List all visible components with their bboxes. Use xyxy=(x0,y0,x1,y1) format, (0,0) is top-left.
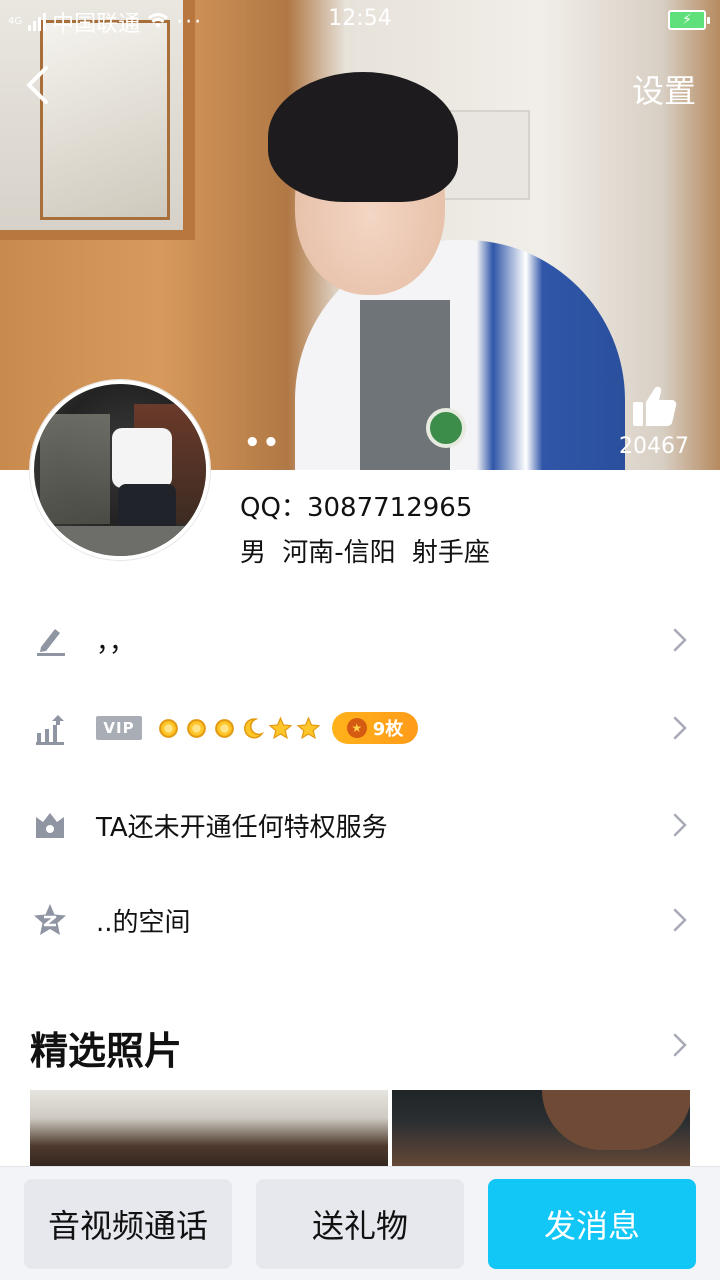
coin-count: 9枚 xyxy=(372,719,404,740)
level-chart-icon xyxy=(30,708,70,748)
battery-icon: ⚡ xyxy=(668,10,710,30)
privilege-text: TA还未开通任何特权服务 xyxy=(96,812,388,843)
sun-icon xyxy=(187,718,206,738)
chevron-right-icon xyxy=(668,625,692,655)
signature-text: ，， xyxy=(96,627,136,658)
clock: 12:54 xyxy=(328,6,392,31)
coin-badge[interactable]: ★ 9枚 xyxy=(332,712,418,744)
qq-number-line[interactable]: QQ：3087712965 xyxy=(240,487,472,524)
level-row[interactable]: VIP ★ 9枚 xyxy=(0,688,720,768)
qq-number: 3087712965 xyxy=(306,493,473,523)
like-count: 20467 xyxy=(619,434,689,459)
star-icon xyxy=(296,715,321,739)
qq-level-icons xyxy=(156,715,321,741)
featured-photo-1[interactable] xyxy=(30,1090,388,1170)
featured-photos-title: 精选照片 xyxy=(30,1029,183,1073)
send-message-button[interactable]: 发消息 xyxy=(488,1179,696,1269)
moon-icon xyxy=(244,717,265,738)
qzone-star-icon xyxy=(30,900,70,940)
back-button[interactable] xyxy=(14,62,60,108)
like-button[interactable]: 20467 xyxy=(604,384,704,459)
status-bar: 4G 中国联通 ··· 12:54 ⚡ xyxy=(0,0,720,40)
chevron-right-icon xyxy=(668,713,692,743)
qq-label: QQ： xyxy=(240,493,307,523)
coin-icon: ★ xyxy=(346,718,367,738)
chevron-left-icon xyxy=(27,66,48,104)
chevron-right-icon xyxy=(668,905,692,935)
bottom-action-bar: 音视频通话 送礼物 发消息 xyxy=(0,1166,720,1280)
send-gift-button[interactable]: 送礼物 xyxy=(256,1179,464,1269)
crown-icon xyxy=(30,805,70,845)
featured-photo-2[interactable] xyxy=(392,1090,690,1170)
settings-button[interactable]: 设置 xyxy=(632,66,696,112)
cover-school-emblem xyxy=(426,408,466,448)
sun-icon xyxy=(159,718,178,738)
qzone-row[interactable]: ..的空间 xyxy=(0,880,720,960)
sun-icon xyxy=(215,718,234,738)
pencil-icon xyxy=(30,620,70,660)
featured-photos-more-icon[interactable] xyxy=(668,1030,692,1060)
profile-info: 男 河南-信阳 射手座 xyxy=(240,538,490,568)
privilege-row[interactable]: TA还未开通任何特权服务 xyxy=(0,785,720,865)
avatar[interactable] xyxy=(30,380,210,560)
video-call-button[interactable]: 音视频通话 xyxy=(24,1179,232,1269)
thumbs-up-icon xyxy=(633,386,677,426)
signature-row[interactable]: ，， xyxy=(0,600,720,680)
nickname: •• xyxy=(244,428,282,458)
vip-tag: VIP xyxy=(96,716,142,740)
star-icon xyxy=(268,715,293,739)
cover-person-hair xyxy=(268,72,458,202)
chevron-right-icon xyxy=(668,810,692,840)
qzone-text: ..的空间 xyxy=(96,907,191,938)
